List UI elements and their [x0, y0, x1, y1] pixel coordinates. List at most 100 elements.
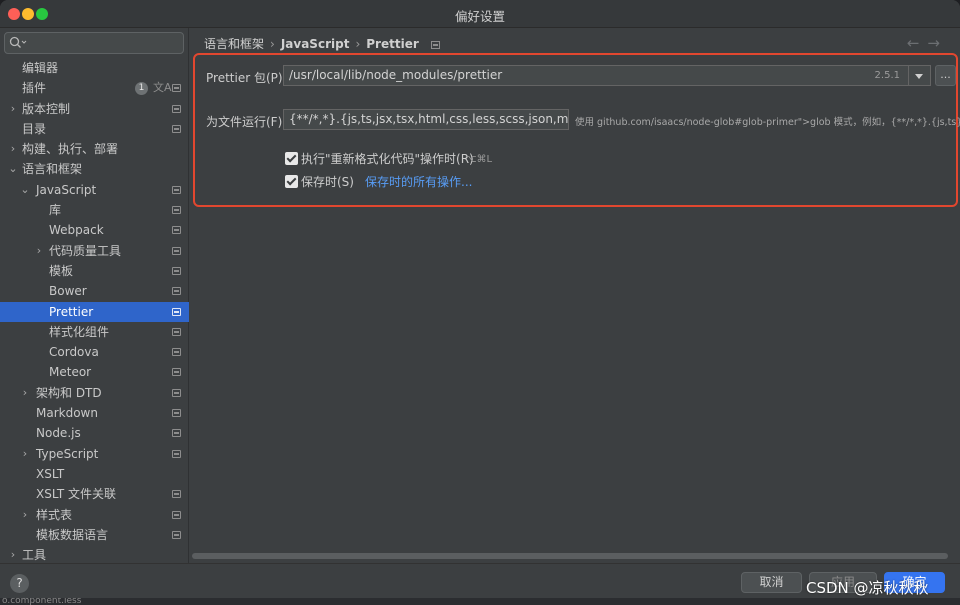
prettier-version-label: 2.5.1 [874, 70, 900, 81]
back-arrow-icon[interactable]: ← [907, 34, 928, 52]
chevron-down-icon[interactable] [908, 66, 930, 85]
help-button[interactable]: ? [10, 574, 29, 593]
sidebar-item[interactable]: › TypeScript [0, 444, 189, 464]
background-editor-strip: o.component.less [0, 598, 960, 605]
run-for-files-value: {**/*,*}.{js,ts,jsx,tsx,html,css,less,sc… [289, 112, 569, 126]
settings-sidebar: 编辑器 插件 1 文A › 版本控制 目录 › 构建、执行、部署 ⌄ 语言和框架 ⌄ JavaScrip… [0, 28, 189, 563]
chevron-right-icon[interactable]: › [20, 383, 30, 403]
csdn-watermark: CSDN @凉秋秋秋 [806, 579, 929, 597]
breadcrumb-item-languages[interactable]: 语言和框架 [204, 37, 264, 51]
sidebar-item-label: XSLT [36, 466, 65, 481]
search-icon [9, 36, 27, 48]
sidebar-item-label: Cordova [49, 345, 99, 360]
sidebar-item[interactable]: › 构建、执行、部署 [0, 139, 189, 159]
sidebar-item[interactable]: 模板数据语言 [0, 525, 189, 545]
settings-tree: 编辑器 插件 1 文A › 版本控制 目录 › 构建、执行、部署 ⌄ 语言和框架 ⌄ JavaScrip… [0, 58, 189, 565]
chevron-right-icon[interactable]: › [20, 444, 30, 464]
sidebar-item[interactable]: XSLT 文件关联 [0, 484, 189, 504]
on-save-label: 保存时(S) [301, 175, 354, 189]
update-count-badge: 1 [135, 82, 148, 96]
prettier-package-field[interactable]: /usr/local/lib/node_modules/prettier 2.5… [283, 65, 931, 86]
sidebar-item[interactable]: 模板 [0, 261, 189, 281]
sidebar-item[interactable]: 样式化组件 [0, 322, 189, 342]
project-level-icon [172, 266, 181, 275]
sidebar-item-label: Node.js [36, 426, 81, 441]
chevron-right-icon[interactable]: › [8, 139, 18, 159]
sidebar-item[interactable]: Meteor [0, 362, 189, 382]
chevron-right-icon[interactable]: › [34, 241, 44, 261]
sidebar-item-label: 模板 [49, 263, 74, 278]
sidebar-item[interactable]: 插件 1 文A [0, 78, 189, 98]
sidebar-item-label: Markdown [36, 406, 98, 421]
chevron-down-icon[interactable]: ⌄ [8, 159, 18, 179]
sidebar-item[interactable]: Webpack [0, 220, 189, 240]
sidebar-item[interactable]: 库 [0, 200, 189, 220]
sidebar-item[interactable]: ⌄ JavaScript [0, 180, 189, 200]
horizontal-scrollbar[interactable] [192, 553, 948, 559]
project-level-icon [172, 388, 181, 397]
project-level-icon [430, 41, 440, 49]
project-level-icon [172, 348, 181, 357]
sidebar-item-label: Bower [49, 284, 87, 299]
sidebar-item[interactable]: XSLT [0, 464, 189, 484]
project-level-icon [172, 124, 181, 133]
run-for-files-label: 为文件运行(F): [206, 115, 287, 129]
prettier-settings-panel: Prettier 包(P): /usr/local/lib/node_modul… [193, 53, 960, 207]
on-save-checkbox[interactable] [285, 175, 298, 188]
prettier-package-label: Prettier 包(P): [206, 71, 287, 85]
prettier-package-value: /usr/local/lib/node_modules/prettier [289, 68, 503, 82]
breadcrumb-separator: › [355, 37, 361, 51]
chevron-right-icon[interactable]: › [20, 505, 30, 525]
sidebar-item[interactable]: › 版本控制 [0, 99, 189, 119]
sidebar-item[interactable]: Bower [0, 281, 189, 301]
history-navigation: ←→ [907, 34, 948, 52]
sidebar-item[interactable]: Markdown [0, 403, 189, 423]
sidebar-item-label: JavaScript [36, 182, 97, 197]
project-level-icon [172, 84, 181, 93]
breadcrumb-separator: › [270, 37, 275, 51]
sidebar-item-label: 代码质量工具 [49, 243, 122, 258]
settings-content: 语言和框架 › JavaScript › Prettier ←→ Prettier 包(… [190, 28, 960, 563]
sidebar-item-label: 目录 [22, 121, 47, 136]
project-level-icon [172, 307, 181, 316]
reformat-shortcut: ⌥⌘L [465, 154, 493, 165]
sidebar-item[interactable]: Prettier [0, 301, 189, 322]
sidebar-item[interactable]: › 样式表 [0, 505, 189, 525]
sidebar-item[interactable]: Cordova [0, 342, 189, 362]
sidebar-item-label: XSLT 文件关联 [36, 487, 117, 502]
chevron-right-icon[interactable]: › [8, 99, 18, 119]
sidebar-item-label: Webpack [49, 223, 104, 238]
sidebar-item-label: TypeScript [36, 446, 99, 461]
project-level-icon [172, 246, 181, 255]
title-bar: 偏好设置 [0, 0, 960, 28]
project-level-icon [172, 449, 181, 458]
sidebar-item[interactable]: 编辑器 [0, 58, 189, 78]
sidebar-item[interactable]: Node.js [0, 423, 189, 443]
forward-arrow-icon[interactable]: → [927, 34, 948, 52]
sidebar-item-label: 库 [49, 203, 62, 218]
sidebar-item-label: 架构和 DTD [36, 385, 102, 400]
sidebar-item-label: 编辑器 [22, 61, 59, 75]
project-level-icon [172, 185, 181, 194]
project-level-icon [172, 510, 181, 519]
project-level-icon [172, 368, 181, 377]
sidebar-item-label: Meteor [49, 365, 92, 380]
breadcrumb: 语言和框架 › JavaScript › Prettier [204, 36, 440, 52]
sidebar-item-label: Prettier [49, 304, 94, 319]
on-reformat-label: 执行"重新格式化代码"操作时(R) [301, 152, 474, 166]
on-reformat-checkbox[interactable] [285, 152, 298, 165]
chevron-down-icon[interactable]: ⌄ [20, 180, 30, 200]
all-save-actions-link[interactable]: 保存时的所有操作... [365, 174, 472, 190]
cancel-button[interactable]: 取消 [741, 572, 802, 593]
sidebar-item[interactable]: ⌄ 语言和框架 [0, 159, 189, 179]
sidebar-item-label: 语言和框架 [22, 162, 83, 177]
sidebar-item[interactable]: › 代码质量工具 [0, 241, 189, 261]
sidebar-item[interactable]: › 架构和 DTD [0, 383, 189, 403]
breadcrumb-item-javascript[interactable]: JavaScript [281, 37, 350, 51]
project-level-icon [172, 530, 181, 539]
project-level-icon [172, 226, 181, 235]
settings-search-input[interactable] [4, 32, 184, 54]
run-for-files-input[interactable]: {**/*,*}.{js,ts,jsx,tsx,html,css,less,sc… [283, 109, 569, 130]
sidebar-item[interactable]: 目录 [0, 119, 189, 139]
browse-package-button[interactable]: ... [935, 65, 956, 86]
